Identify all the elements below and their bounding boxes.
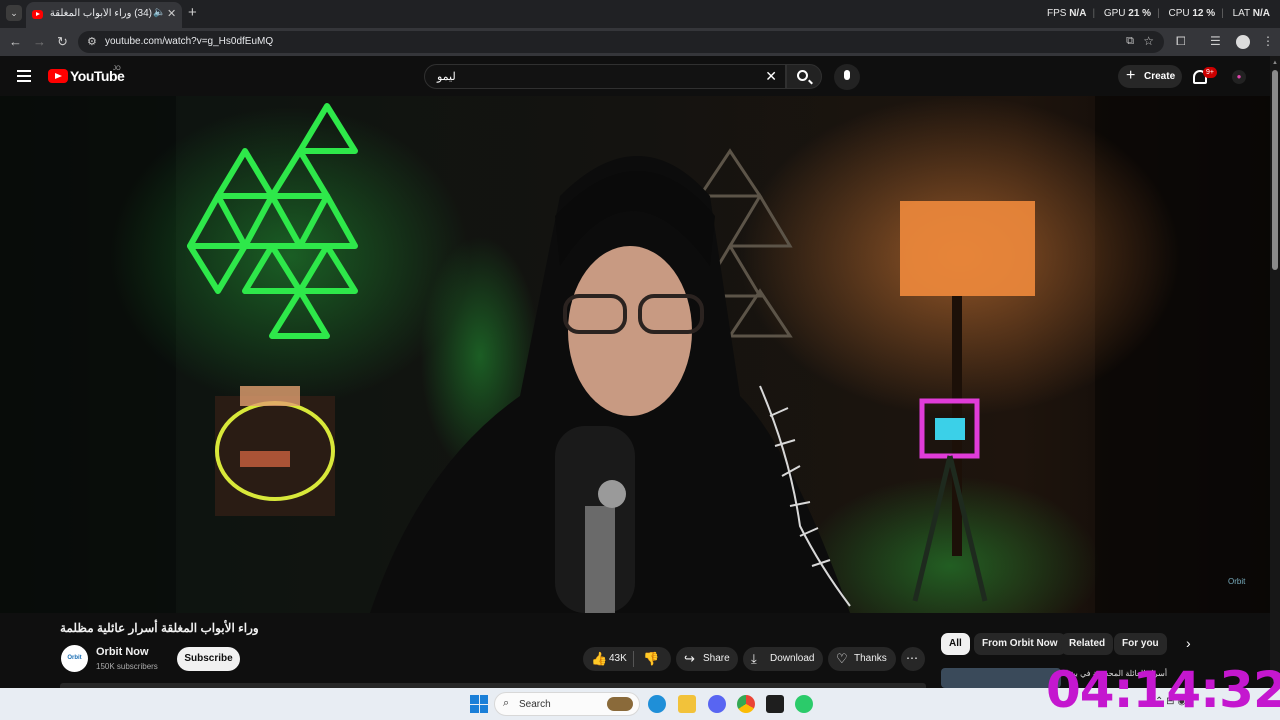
search-input[interactable]: ليمو ✕ <box>424 64 786 89</box>
lat-value: N/A <box>1252 8 1270 19</box>
search-button[interactable] <box>786 64 822 89</box>
gpu-label: GPU <box>1103 8 1126 19</box>
more-actions-button[interactable]: ⋯ <box>901 647 925 671</box>
youtube-masthead: YouTube JO ليمو ✕ + Create 9+ ● <box>0 56 1270 96</box>
url-text[interactable]: youtube.com/watch?v=g_Hs0dfEuMQ <box>105 36 273 47</box>
video-title: وراء الأبواب المغلقة أسرار عائلية مظلمة <box>60 621 259 635</box>
cast-icon[interactable]: ⧉ <box>1126 35 1134 48</box>
search-highlight-image <box>607 697 633 711</box>
browser-tab-strip: ⌄ (34) وراء الأبواب المغلقة أسرار 🔈 ✕ + … <box>0 0 1280 28</box>
reading-list-icon[interactable]: ☰ <box>1210 34 1221 48</box>
share-arrow-icon: ↪ <box>684 651 695 666</box>
extensions-icon[interactable]: ⧠ <box>1176 34 1186 49</box>
account-avatar[interactable]: ● <box>1232 70 1246 84</box>
create-button[interactable]: + Create <box>1118 65 1182 88</box>
page-scrollbar[interactable]: ▲ ▼ <box>1270 56 1280 688</box>
channel-watermark[interactable]: Orbit <box>1228 577 1245 586</box>
download-button[interactable]: ⤓ Download <box>743 647 823 671</box>
overlay-clock: 04:14:32 <box>1046 661 1280 719</box>
cpu-label: CPU <box>1168 8 1190 19</box>
video-player[interactable]: Orbit <box>0 96 1270 613</box>
file-explorer-icon[interactable] <box>678 695 696 713</box>
plus-icon: + <box>1126 67 1136 84</box>
share-button[interactable]: ↪ Share <box>676 647 738 671</box>
app-icon[interactable] <box>795 695 813 713</box>
taskbar-search-label: Search <box>519 699 551 710</box>
back-arrow-icon[interactable]: ← <box>9 34 22 49</box>
share-label: Share <box>703 653 730 664</box>
taskbar-search[interactable]: ⌕ Search <box>494 692 640 716</box>
thanks-label: Thanks <box>854 653 887 664</box>
hamburger-menu-icon[interactable] <box>17 70 31 82</box>
chevron-right-icon[interactable]: › <box>1186 635 1191 651</box>
thanks-button[interactable]: ♡ Thanks <box>828 647 896 671</box>
fps-value: N/A <box>1069 8 1087 19</box>
search-icon: ⌕ <box>503 697 510 709</box>
like-count[interactable]: 43K <box>609 653 627 664</box>
youtube-logo-icon[interactable] <box>48 69 68 83</box>
subscribe-button[interactable]: Subscribe <box>177 647 240 671</box>
download-label: Download <box>770 653 815 664</box>
channel-avatar[interactable]: Orbit <box>61 645 88 672</box>
country-code: JO <box>113 66 121 72</box>
recommended-video-thumbnail[interactable] <box>941 668 1061 688</box>
video-frame <box>0 96 1270 613</box>
channel-name[interactable]: Orbit Now <box>96 646 149 658</box>
terminal-icon[interactable] <box>766 695 784 713</box>
divider: | <box>1221 8 1224 19</box>
tab-search-button[interactable]: ⌄ <box>6 5 22 21</box>
address-bar[interactable]: ⚙ youtube.com/watch?v=g_Hs0dfEuMQ ⧉ ☆ <box>78 31 1164 53</box>
like-dislike-group: 👍 43K 👎 <box>583 647 671 671</box>
new-tab-button[interactable]: + <box>188 4 197 21</box>
edge-browser-icon[interactable] <box>648 695 666 713</box>
forward-arrow-icon[interactable]: → <box>33 34 46 49</box>
scrollbar-thumb[interactable] <box>1272 70 1278 270</box>
reload-icon[interactable]: ↻ <box>57 34 68 50</box>
subscriber-count: 150K subscribers <box>96 662 158 671</box>
menu-kebab-icon[interactable]: ⋮ <box>1262 34 1274 48</box>
chip-for-you[interactable]: For you <box>1114 633 1167 655</box>
thanks-heart-icon: ♡ <box>836 651 848 666</box>
browser-toolbar: ← → ↻ ⚙ youtube.com/watch?v=g_Hs0dfEuMQ … <box>0 28 1280 56</box>
cpu-value: 12 % <box>1192 8 1216 19</box>
voice-search-button[interactable] <box>834 64 860 90</box>
site-info-icon[interactable]: ⚙ <box>87 35 97 48</box>
profile-avatar[interactable] <box>1236 35 1250 49</box>
speaker-icon[interactable]: 🔈 <box>153 7 165 18</box>
bookmark-star-icon[interactable]: ☆ <box>1143 34 1154 48</box>
chip-related[interactable]: Related <box>1061 633 1114 655</box>
thumbs-down-icon[interactable]: 👎 <box>643 651 659 667</box>
browser-tab-active[interactable]: (34) وراء الأبواب المغلقة أسرار 🔈 ✕ <box>26 2 182 28</box>
divider <box>633 651 634 667</box>
search-icon <box>797 70 808 81</box>
scroll-up-icon[interactable]: ▲ <box>1272 60 1278 66</box>
microphone-icon <box>844 70 850 80</box>
youtube-favicon-icon <box>32 10 43 19</box>
search-query[interactable]: ليمو <box>437 70 456 83</box>
discord-icon[interactable] <box>708 695 726 713</box>
divider: | <box>1157 8 1160 19</box>
tab-title: (34) وراء الأبواب المغلقة أسرار <box>48 8 152 19</box>
thumbs-up-icon[interactable]: 👍 <box>591 651 607 667</box>
lat-label: LAT <box>1232 8 1250 19</box>
divider: | <box>1092 8 1096 19</box>
gpu-value: 21 % <box>1128 8 1152 19</box>
performance-overlay: FPS N/A | GPU 21 % | CPU 12 % | LAT N/A <box>1047 8 1270 19</box>
clear-search-icon[interactable]: ✕ <box>765 68 777 85</box>
chip-from-channel[interactable]: From Orbit Now <box>974 633 1066 655</box>
close-tab-icon[interactable]: ✕ <box>167 7 176 20</box>
chip-all[interactable]: All <box>941 633 970 655</box>
fps-label: FPS <box>1046 8 1067 19</box>
download-icon: ⤓ <box>751 651 757 666</box>
create-label: Create <box>1144 71 1176 82</box>
windows-start-icon[interactable] <box>470 695 488 713</box>
more-dots-icon: ⋯ <box>906 651 918 665</box>
chrome-icon[interactable] <box>737 695 755 713</box>
notification-badge: 9+ <box>1203 67 1217 78</box>
